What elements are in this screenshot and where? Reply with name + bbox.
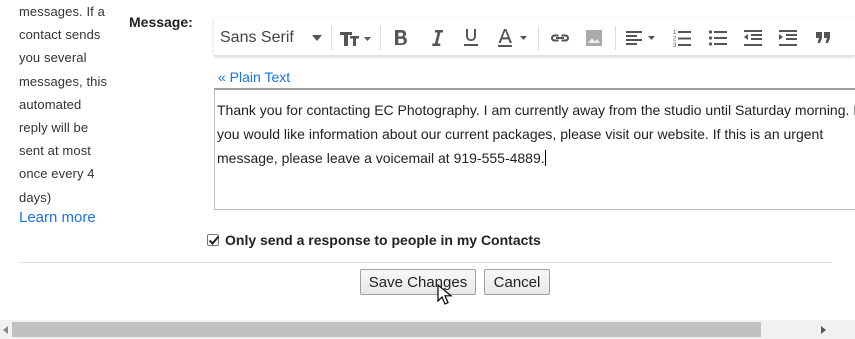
scroll-left-icon[interactable] [0, 324, 12, 336]
message-line-text: message, please leave a voicemail at 919… [217, 150, 545, 166]
checkmark-icon [208, 235, 220, 245]
font-family-select[interactable]: Sans Serif [220, 27, 324, 49]
section-divider [19, 262, 832, 263]
italic-icon[interactable] [426, 27, 448, 49]
indent-more-icon[interactable] [776, 27, 800, 49]
save-changes-button[interactable]: Save Changes [360, 269, 476, 295]
font-family-value: Sans Serif [220, 29, 294, 46]
contacts-only-label: Only send a response to people in my Con… [225, 232, 541, 248]
help-line: automated [19, 96, 82, 112]
help-line: messages, this [19, 73, 108, 89]
scrollbar-thumb[interactable] [12, 322, 761, 337]
help-line: once every 4 [19, 166, 95, 182]
learn-more-link[interactable]: Learn more [19, 209, 96, 226]
help-line: you several [19, 50, 87, 66]
contacts-only-checkbox[interactable] [207, 234, 220, 246]
align-icon[interactable] [624, 27, 660, 49]
help-line: days) [19, 189, 52, 205]
message-body-editor[interactable]: Thank you for contacting EC Photography.… [214, 88, 855, 210]
help-line: reply will be [19, 120, 89, 136]
indent-less-icon[interactable] [741, 27, 765, 49]
underline-icon[interactable] [460, 27, 482, 49]
image-icon[interactable] [583, 27, 605, 49]
bulleted-list-icon[interactable] [706, 27, 730, 49]
formatting-toolbar: Sans Serif 1 2 3 [214, 18, 855, 56]
vacation-help-text: messages. If a contact sends you several… [19, 0, 119, 209]
numbered-list-icon[interactable]: 123 [670, 27, 694, 49]
svg-text:1: 1 [673, 30, 677, 36]
message-line: Thank you for contacting EC Photography.… [217, 102, 855, 118]
toolbar-divider [380, 26, 381, 50]
svg-text:3: 3 [673, 43, 677, 48]
scroll-right-icon[interactable] [817, 324, 829, 336]
toolbar-divider [615, 26, 616, 50]
svg-text:2: 2 [673, 37, 677, 43]
font-size-icon[interactable] [337, 27, 373, 49]
text-caret [544, 150, 546, 166]
chevron-down-icon [312, 35, 322, 41]
quote-icon[interactable] [812, 27, 834, 49]
cancel-button[interactable]: Cancel [484, 269, 550, 295]
horizontal-scrollbar[interactable] [0, 320, 855, 339]
help-line: messages. If a [19, 4, 105, 19]
help-line: sent at most [19, 143, 92, 159]
toolbar-divider [331, 26, 332, 50]
message-label: Message: [129, 14, 193, 30]
link-icon[interactable] [547, 27, 573, 49]
text-color-icon[interactable] [496, 27, 530, 49]
mouse-pointer-icon [437, 284, 453, 305]
help-line: contact sends [19, 27, 101, 43]
plain-text-link[interactable]: « Plain Text [218, 69, 290, 85]
toolbar-divider [538, 26, 539, 50]
bold-icon[interactable] [390, 27, 412, 49]
message-line: message, please leave a voicemail at 919… [217, 146, 855, 170]
contacts-only-option: Only send a response to people in my Con… [207, 232, 541, 248]
message-line: you would like information about our cur… [217, 126, 824, 142]
